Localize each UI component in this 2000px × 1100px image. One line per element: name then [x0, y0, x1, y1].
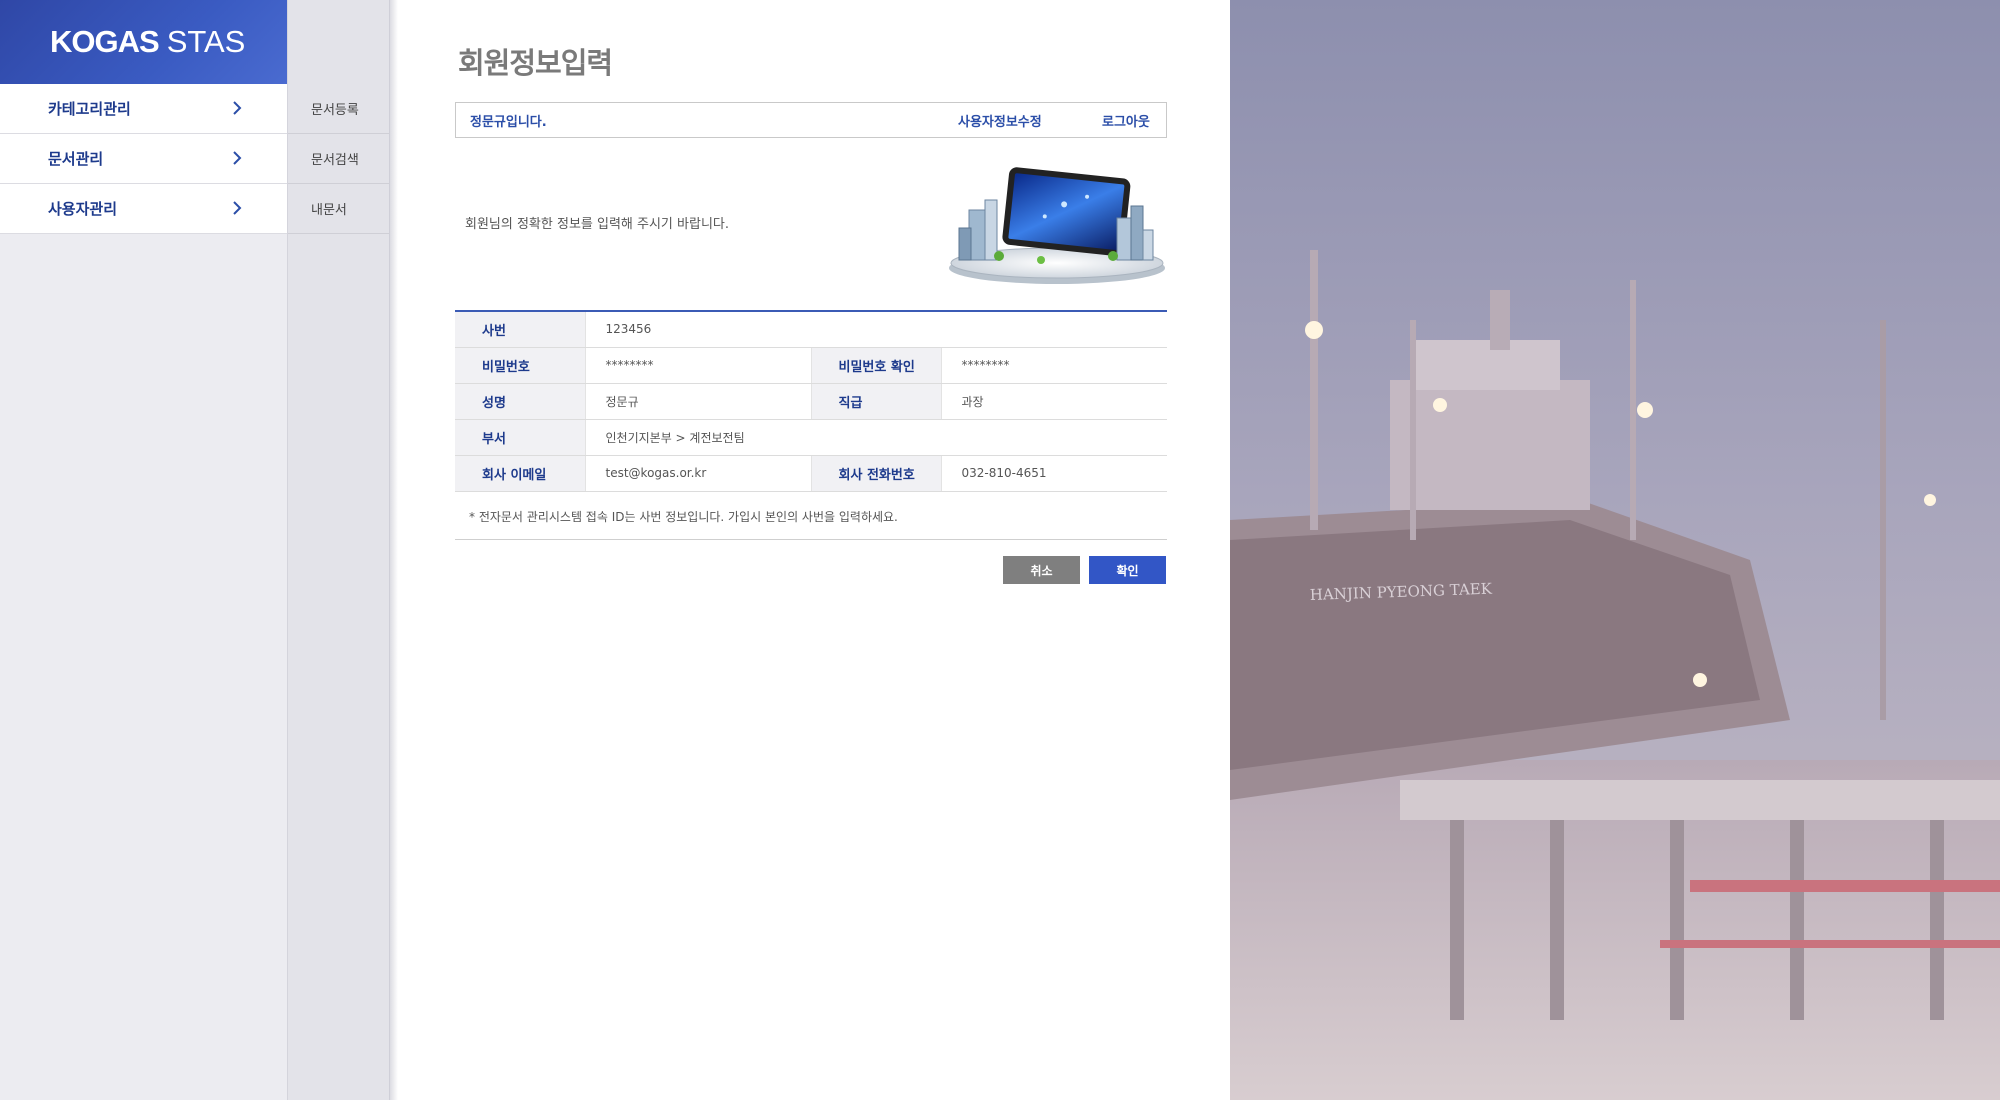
sidebar-item-label: 문서관리 — [48, 150, 104, 168]
main-sidebar: KOGAS STAS 카테고리관리 문서관리 사용자관리 — [0, 0, 288, 1100]
sidebar-item-category-management[interactable]: 카테고리관리 — [0, 84, 287, 134]
phone-label: 회사 전화번호 — [810, 455, 941, 492]
subnav-item-label: 내문서 — [311, 203, 347, 218]
form-row: 비밀번호 ******** 비밀번호 확인 ******** — [455, 347, 1167, 384]
cancel-button[interactable]: 취소 — [1003, 556, 1080, 584]
user-info-bar: 정문규입니다. 사용자정보수정 로그아웃 — [455, 102, 1167, 138]
chevron-right-icon — [233, 151, 242, 165]
intro-text: 회원님의 정확한 정보를 입력해 주시기 바랍니다. — [465, 217, 729, 232]
subnav-header-spacer — [288, 0, 389, 84]
name-field[interactable]: 정문규 — [584, 383, 811, 420]
department-field[interactable]: 인천기지본부 > 계전보전팀 — [584, 419, 1167, 456]
password-field[interactable]: ******** — [584, 347, 811, 384]
form-row: 회사 이메일 test@kogas.or.kr 회사 전화번호 032-810-… — [455, 455, 1167, 492]
form-row: 성명 정문규 직급 과장 — [455, 383, 1167, 420]
phone-field[interactable]: 032-810-4651 — [940, 455, 1167, 492]
edit-profile-link[interactable]: 사용자정보수정 — [958, 111, 1042, 130]
password-label: 비밀번호 — [455, 347, 585, 384]
form-row: 부서 인천기지본부 > 계전보전팀 — [455, 419, 1167, 456]
sub-navigation: 문서등록 문서검색 내문서 — [288, 0, 390, 1100]
employee-no-label: 사번 — [455, 311, 585, 348]
sidebar-item-user-management[interactable]: 사용자관리 — [0, 184, 287, 234]
employee-no-field[interactable]: 123456 — [584, 311, 1167, 348]
sidebar-item-label: 카테고리관리 — [48, 100, 131, 118]
sidebar-item-document-management[interactable]: 문서관리 — [0, 134, 287, 184]
sidebar-item-label: 사용자관리 — [48, 200, 118, 218]
panel-shadow — [390, 0, 398, 1100]
id-info-note: * 전자문서 관리시스템 접속 ID는 사번 정보입니다. 가입시 본인의 사번… — [469, 510, 898, 524]
chevron-right-icon — [233, 101, 242, 115]
chevron-right-icon — [233, 201, 242, 215]
confirm-button[interactable]: 확인 — [1089, 556, 1166, 584]
tablet-city-illustration — [949, 167, 1165, 284]
email-field[interactable]: test@kogas.or.kr — [584, 455, 811, 492]
rank-field[interactable]: 과장 — [940, 383, 1167, 420]
welcome-text: 정문규입니다. — [470, 114, 547, 130]
department-label: 부서 — [455, 419, 585, 456]
logout-link[interactable]: 로그아웃 — [1102, 111, 1150, 130]
email-label: 회사 이메일 — [455, 455, 585, 492]
subnav-item-register-document[interactable]: 문서등록 — [288, 84, 389, 134]
subnav-item-label: 문서등록 — [311, 103, 359, 118]
name-label: 성명 — [455, 383, 585, 420]
form-row: 사번 123456 — [455, 311, 1167, 348]
subnav-item-label: 문서검색 — [311, 153, 359, 168]
password-confirm-label: 비밀번호 확인 — [810, 347, 941, 384]
rank-label: 직급 — [810, 383, 941, 420]
password-confirm-field[interactable]: ******** — [940, 347, 1167, 384]
page-title: 회원정보입력 — [458, 46, 613, 80]
subnav-item-search-document[interactable]: 문서검색 — [288, 134, 389, 184]
logo-suffix: STAS — [166, 24, 246, 59]
logo[interactable]: KOGAS STAS — [0, 0, 287, 84]
logo-brand: KOGAS — [50, 24, 160, 59]
subnav-item-my-documents[interactable]: 내문서 — [288, 184, 389, 234]
lng-carrier-background-image: HANJIN PYEONG TAEK — [1230, 0, 2000, 1100]
member-info-form: 사번 123456 비밀번호 ******** 비밀번호 확인 ********… — [455, 310, 1167, 492]
divider — [455, 539, 1167, 540]
